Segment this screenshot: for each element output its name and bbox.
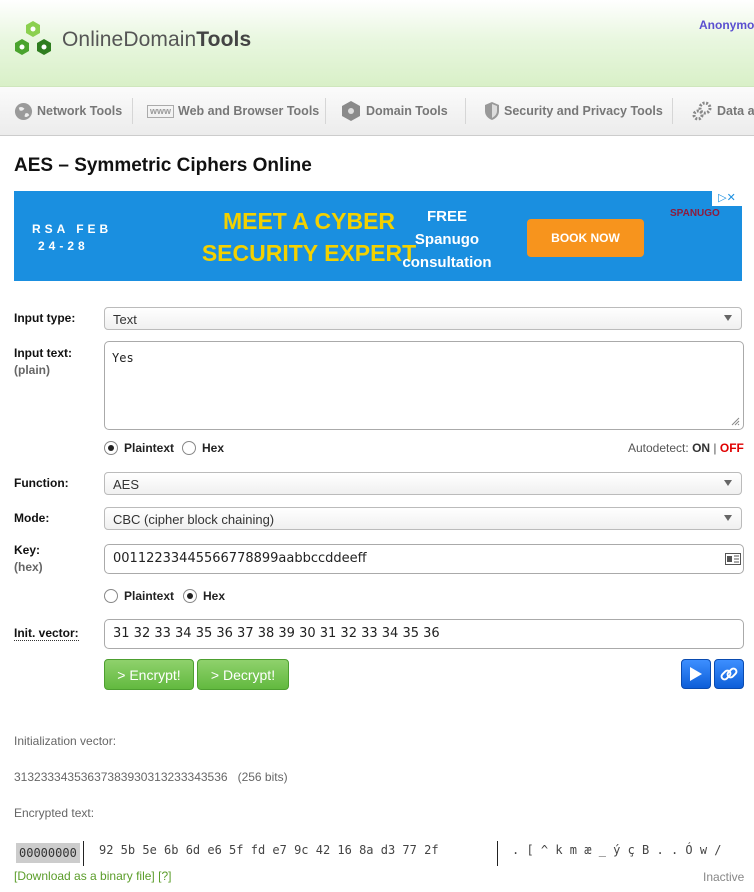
chevron-down-icon [724,480,732,486]
nav-web-browser-tools[interactable]: www Web and Browser Tools [147,87,319,135]
hex-ascii: . [ ^ k m æ _ ý ç B . . Ó w / [512,843,722,857]
encrypt-button[interactable]: > Encrypt! [104,659,194,690]
mode-select[interactable]: CBC (cipher block chaining) [104,507,742,530]
nav-security-privacy-tools[interactable]: Security and Privacy Tools [484,87,663,135]
hexagon-icon [342,101,360,121]
iv-input[interactable]: 31 32 33 34 35 36 37 38 39 30 31 32 33 3… [104,619,744,649]
share-link-button[interactable] [714,659,744,689]
brand-name[interactable]: OnlineDomainTools [62,28,251,52]
auto-run-button[interactable] [681,659,711,689]
nav-network-tools[interactable]: Network Tools [14,87,122,135]
ad-sponsor-logo: SPANUGO [670,208,720,219]
ad-offer: FREE Spanugo consultation [402,208,492,271]
decrypt-button[interactable]: > Decrypt! [197,659,289,690]
input-type-select[interactable]: Text [104,307,742,330]
keyboard-icon[interactable] [725,553,741,565]
nav-data-tools[interactable]: Data and [691,87,754,135]
resize-grip-icon[interactable] [731,417,740,426]
input-text-area[interactable]: Yes [104,341,744,430]
input-format-hex-radio[interactable]: Hex [182,441,224,455]
shield-icon [485,102,499,120]
gears-icon [692,101,712,121]
user-link[interactable]: Anonymous [699,18,754,32]
hex-bytes[interactable]: 92 5b 5e 6b 6d e6 5f fd e7 9c 42 16 8a d… [99,843,439,857]
key-format-plaintext-radio[interactable]: Plaintext [104,589,174,603]
autodetect-toggle: Autodetect: ON | OFF [628,441,744,455]
main-nav: Network Tools www Web and Browser Tools … [0,87,754,136]
function-label: Function: [14,476,69,490]
autodetect-on[interactable]: ON [692,441,710,455]
link-icon [720,667,738,681]
chevron-down-icon [724,315,732,321]
site-header: OnlineDomainTools Anonymous [0,0,754,87]
logo-icon[interactable] [13,20,53,58]
ad-book-now-button[interactable]: BOOK NOW [527,219,644,257]
ad-close-icon[interactable]: ▷✕ [712,191,742,206]
key-input[interactable]: 00112233445566778899aabbccddeeff [104,544,744,574]
iv-output-title: Initialization vector: [14,734,117,748]
chevron-down-icon [724,515,732,521]
input-type-label: Input type: [14,311,76,325]
iv-label[interactable]: Init. vector: [14,626,79,641]
help-link[interactable]: ? [161,869,168,883]
key-format-hex-radio[interactable]: Hex [183,589,225,603]
page-title: AES – Symmetric Ciphers Online [14,155,312,176]
download-binary-link[interactable]: Download as a binary file [17,869,151,883]
function-select[interactable]: AES [104,472,742,495]
status-text: Inactive [703,870,745,884]
download-row: [Download as a binary file] [?] [14,869,172,883]
ad-banner[interactable]: RSA FEB 24-28 MEET A CYBER SECURITY EXPERT… [14,191,742,281]
www-icon: www [147,104,175,118]
iv-output-value: 31323334353637383930313233343536 (256 bi… [14,770,288,784]
hex-offset: 00000000 [16,843,80,863]
mode-label: Mode: [14,511,50,525]
key-label: Key: (hex) [14,543,43,574]
input-format-plaintext-radio[interactable]: Plaintext [104,441,174,455]
encrypted-output-title: Encrypted text: [14,806,95,820]
nav-domain-tools[interactable]: Domain Tools [340,87,448,135]
autodetect-off[interactable]: OFF [720,441,744,455]
globe-icon [14,102,33,120]
play-icon [690,667,702,681]
ad-date: RSA FEB 24-28 [32,222,113,253]
input-text-label: Input text: (plain) [14,346,72,377]
